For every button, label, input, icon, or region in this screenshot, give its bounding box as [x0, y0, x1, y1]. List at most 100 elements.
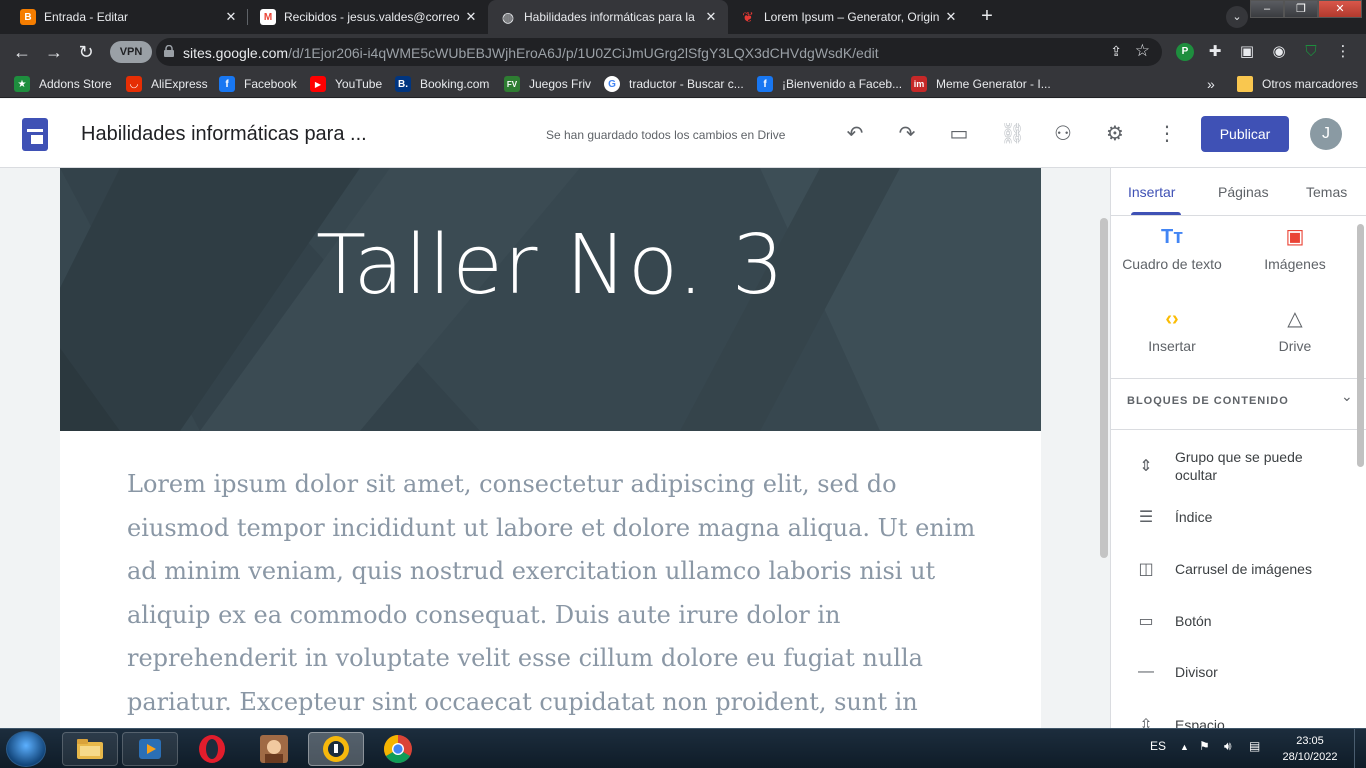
- vpn-app-icon[interactable]: [308, 732, 364, 766]
- google-icon: G: [604, 76, 620, 92]
- browser-tab-lorem-ipsum[interactable]: ❦ Lorem Ipsum – Generator, Origin ✕: [728, 0, 968, 34]
- bookmark-label: Facebook: [244, 77, 297, 91]
- bookmark-star-icon[interactable]: ☆: [1135, 41, 1150, 61]
- avatar[interactable]: J: [1310, 118, 1342, 150]
- block-collapsible-group[interactable]: ⇕ Grupo que se puede ocultar: [1135, 448, 1315, 484]
- address-bar[interactable]: sites.google.com/d/1Ejor206i-i4qWME5cWUb…: [156, 38, 1162, 66]
- site-title[interactable]: Habilidades informáticas para ...: [81, 123, 367, 146]
- canvas-scrollbar[interactable]: [1100, 218, 1108, 558]
- language-indicator[interactable]: ES: [1150, 739, 1166, 753]
- game-app-icon[interactable]: [246, 732, 302, 766]
- hero-title[interactable]: Taller No. 3: [60, 218, 1041, 313]
- aliexpress-icon: ◡: [126, 76, 142, 92]
- close-window-button[interactable]: ✕: [1318, 0, 1362, 18]
- block-label: Botón: [1175, 613, 1212, 629]
- bookmark-label: ¡Bienvenido a Faceb...: [782, 77, 903, 91]
- profile-icon[interactable]: ◉: [1270, 43, 1288, 61]
- browser-tab-sites-active[interactable]: ◍ Habilidades informáticas para la ✕: [488, 0, 728, 34]
- kebab-menu-icon[interactable]: ⋮: [1334, 43, 1352, 61]
- block-spacer[interactable]: ⇳ Espacio: [1135, 715, 1225, 728]
- other-bookmarks-folder[interactable]: Otros marcadores: [1237, 76, 1358, 92]
- bookmark-addons-store[interactable]: ★ Addons Store: [14, 76, 112, 92]
- bookmark-label: traductor - Buscar c...: [629, 77, 744, 91]
- block-divider[interactable]: — Divisor: [1135, 663, 1218, 681]
- add-editor-icon[interactable]: ⚇: [1052, 123, 1074, 145]
- block-table-of-contents[interactable]: ☰ Índice: [1135, 507, 1213, 527]
- bookmark-youtube[interactable]: ▶ YouTube: [310, 76, 382, 92]
- tab-title: Recibidos - jesus.valdes@correo: [284, 10, 460, 24]
- divider: [1111, 215, 1366, 216]
- windows-start-button[interactable]: [6, 731, 46, 767]
- opera-browser-icon[interactable]: [184, 732, 240, 766]
- google-sites-logo-icon[interactable]: [22, 118, 48, 151]
- preview-devices-icon[interactable]: ▭: [948, 123, 970, 145]
- block-label: Divisor: [1175, 664, 1218, 680]
- facebook-icon: f: [219, 76, 235, 92]
- side-panel-icon[interactable]: ▣: [1238, 43, 1256, 61]
- bookmark-traductor[interactable]: G traductor - Buscar c...: [604, 76, 744, 92]
- close-tab-icon[interactable]: ✕: [702, 9, 720, 25]
- more-options-icon[interactable]: ⋮: [1156, 123, 1178, 145]
- close-tab-icon[interactable]: ✕: [222, 9, 240, 25]
- close-tab-icon[interactable]: ✕: [462, 9, 480, 25]
- show-hidden-icons-icon[interactable]: ▲: [1180, 742, 1189, 752]
- panel-scrollbar[interactable]: [1357, 224, 1364, 467]
- insert-images-button[interactable]: ▣ Imágenes: [1240, 224, 1350, 272]
- blogger-icon: B: [20, 9, 36, 25]
- volume-icon[interactable]: 🔊︎: [1224, 739, 1232, 754]
- network-icon[interactable]: ▤: [1249, 739, 1260, 753]
- block-button[interactable]: ▭ Botón: [1135, 611, 1212, 631]
- insert-embed-button[interactable]: ‹› Insertar: [1117, 306, 1227, 354]
- settings-gear-icon[interactable]: ⚙: [1104, 123, 1126, 145]
- image-icon: ▣: [1285, 226, 1305, 248]
- content-blocks-heading[interactable]: BLOQUES DE CONTENIDO: [1127, 395, 1289, 407]
- folder-icon: [1237, 76, 1253, 92]
- media-player-icon[interactable]: [122, 732, 178, 766]
- bookmark-booking[interactable]: B. Booking.com: [395, 76, 489, 92]
- back-arrow-icon[interactable]: ←: [10, 40, 34, 64]
- system-clock[interactable]: 23:05 28/10/2022: [1280, 733, 1340, 765]
- tab-paginas[interactable]: Páginas: [1218, 184, 1269, 200]
- block-image-carousel[interactable]: ◫ Carrusel de imágenes: [1135, 559, 1312, 579]
- window-controls: – ❐ ✕: [1250, 0, 1362, 18]
- reload-icon[interactable]: ↻: [74, 40, 98, 64]
- bookmark-juegos-friv[interactable]: FV Juegos Friv: [504, 76, 591, 92]
- tab-insertar[interactable]: Insertar: [1128, 184, 1175, 200]
- maximize-button[interactable]: ❐: [1284, 0, 1318, 18]
- header-banner[interactable]: Taller No. 3: [60, 168, 1041, 431]
- shield-check-icon[interactable]: ⛉: [1302, 43, 1320, 61]
- embed-code-icon: ‹›: [1165, 308, 1179, 330]
- bookmark-label: Juegos Friv: [529, 77, 592, 91]
- tab-search-button[interactable]: ⌄: [1226, 6, 1248, 28]
- file-explorer-icon[interactable]: [62, 732, 118, 766]
- close-tab-icon[interactable]: ✕: [942, 9, 960, 25]
- extension-p-icon[interactable]: P: [1176, 43, 1194, 61]
- browser-tab-gmail[interactable]: M Recibidos - jesus.valdes@correo ✕: [248, 0, 488, 34]
- insert-text-box-button[interactable]: Tт Cuadro de texto: [1117, 224, 1227, 272]
- new-tab-button[interactable]: +: [976, 5, 998, 27]
- forward-arrow-icon[interactable]: →: [42, 40, 66, 64]
- flag-notification-icon[interactable]: ⚑: [1199, 739, 1210, 753]
- vpn-badge[interactable]: VPN: [110, 41, 152, 63]
- link-icon[interactable]: ⛓: [1000, 123, 1025, 145]
- chrome-browser-icon[interactable]: [370, 732, 426, 766]
- more-bookmarks-chevron[interactable]: »: [1207, 76, 1215, 92]
- bookmark-aliexpress[interactable]: ◡ AliExpress: [126, 76, 208, 92]
- tab-temas[interactable]: Temas: [1306, 184, 1347, 200]
- bookmark-meme-generator[interactable]: im Meme Generator - I...: [911, 76, 1051, 92]
- undo-icon[interactable]: ↶: [844, 123, 866, 145]
- publish-button[interactable]: Publicar: [1201, 116, 1289, 152]
- browser-tab-blogger[interactable]: B Entrada - Editar ✕: [8, 0, 248, 34]
- show-desktop-button[interactable]: [1354, 729, 1366, 768]
- chevron-down-icon[interactable]: ⌄: [1341, 388, 1353, 405]
- redo-icon[interactable]: ↷: [896, 123, 918, 145]
- lock-icon: [164, 45, 174, 57]
- extensions-puzzle-icon[interactable]: ✚: [1206, 43, 1224, 61]
- body-paragraph[interactable]: Lorem ipsum dolor sit amet, consectetur …: [127, 463, 977, 728]
- bookmark-bienvenido-facebook[interactable]: f ¡Bienvenido a Faceb...: [757, 76, 902, 92]
- share-icon[interactable]: ⇪: [1110, 43, 1122, 60]
- insert-drive-button[interactable]: △ Drive: [1240, 306, 1350, 354]
- minimize-button[interactable]: –: [1250, 0, 1284, 18]
- block-label: Espacio: [1175, 717, 1225, 728]
- bookmark-facebook[interactable]: f Facebook: [219, 76, 297, 92]
